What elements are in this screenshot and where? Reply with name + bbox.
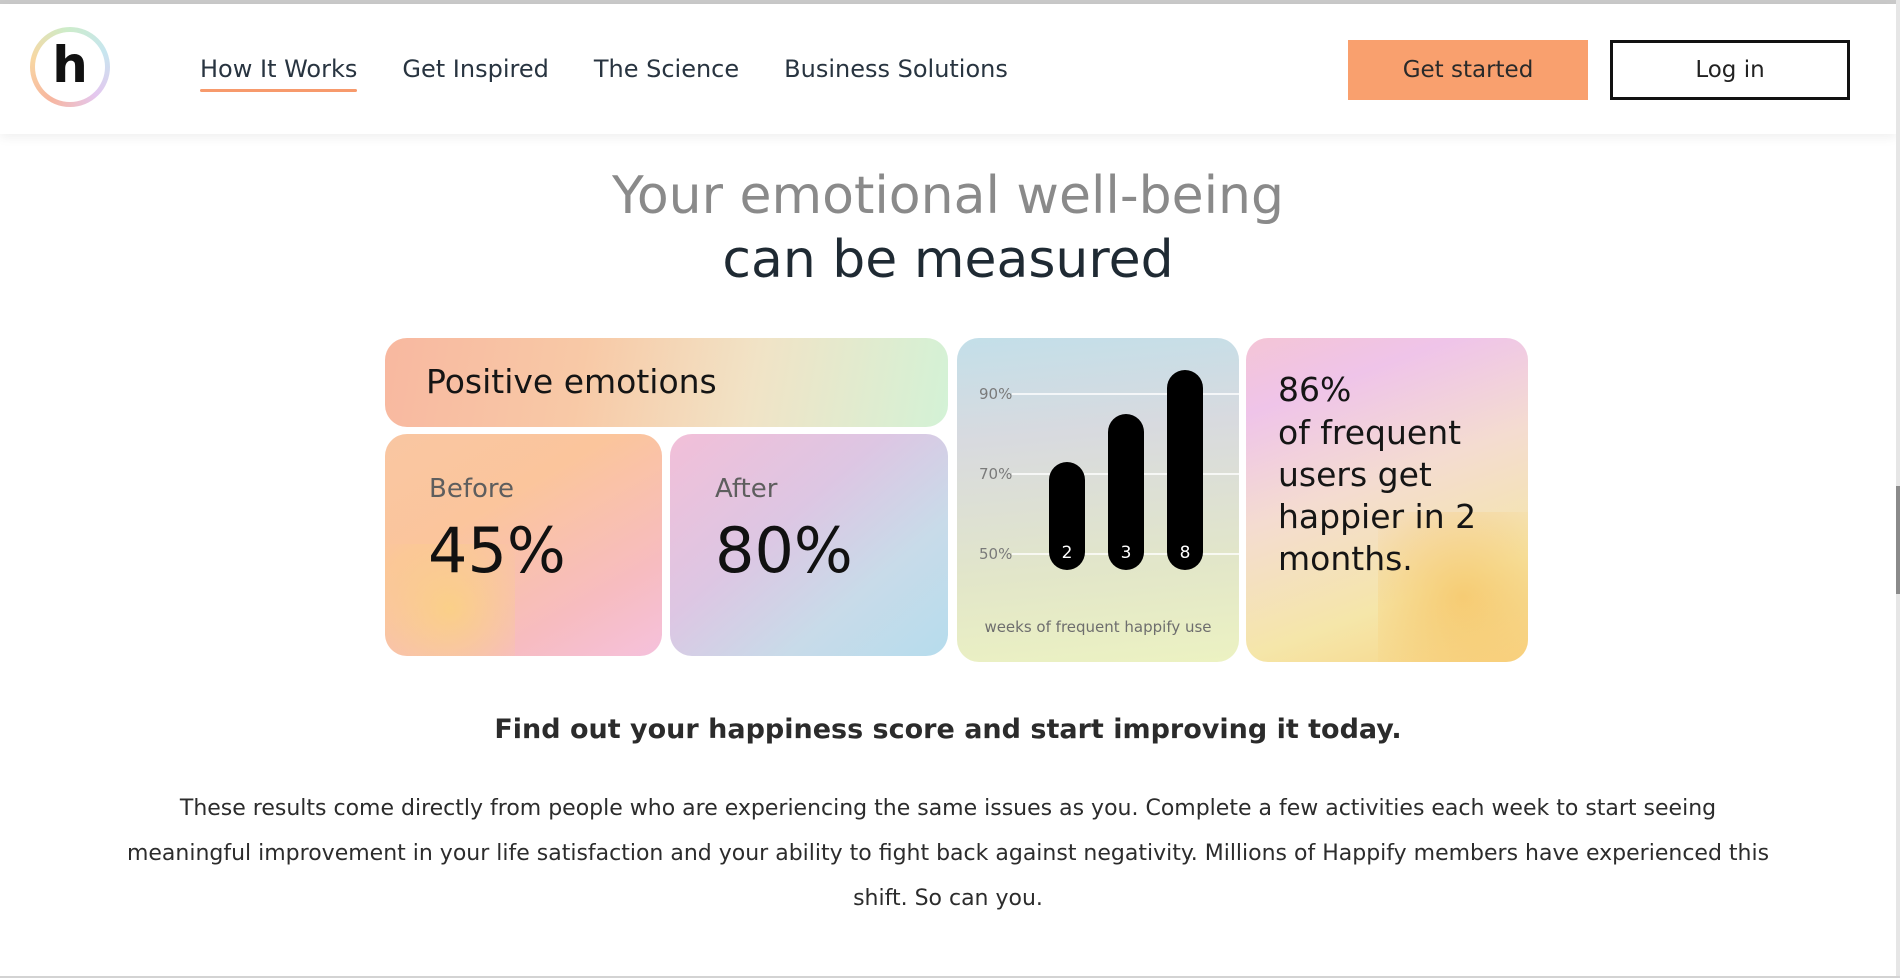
stat-card: 86% of frequent users get happier in 2 m… xyxy=(1246,338,1528,662)
positive-emotions-card: Positive emotions xyxy=(385,338,948,427)
results-paragraph: These results come directly from people … xyxy=(126,796,1770,911)
get-started-button[interactable]: Get started xyxy=(1348,40,1588,100)
logo-letter: h xyxy=(52,36,88,94)
chart-x-axis-label: weeks of frequent happify use xyxy=(984,618,1211,636)
site-header: h How It Works Get Inspired The Science … xyxy=(0,4,1896,134)
before-card: Before 45% xyxy=(385,434,662,656)
weeks-chart-card: 90% 70% 50% 2 3 8 weeks of frequent happify us… xyxy=(957,338,1239,662)
logo-inner: h xyxy=(35,32,105,102)
chart-bar-label: 8 xyxy=(1180,543,1191,563)
happify-logo[interactable]: h xyxy=(30,27,110,107)
scrollbar-thumb[interactable] xyxy=(1896,486,1900,594)
after-label: After xyxy=(715,474,778,504)
nav-business-solutions[interactable]: Business Solutions xyxy=(784,55,1008,89)
nav-how-it-works[interactable]: How It Works xyxy=(200,55,358,92)
hero-heading-line2: can be measured xyxy=(722,230,1174,290)
chart-bar xyxy=(1167,370,1203,570)
stat-percent: 86% xyxy=(1278,370,1352,409)
before-value: 45% xyxy=(428,514,566,587)
positive-emotions-label: Positive emotions xyxy=(426,362,717,401)
stat-text: of frequent users get happier in 2 month… xyxy=(1278,413,1477,578)
chart-bar-label: 2 xyxy=(1062,543,1073,563)
after-value: 80% xyxy=(715,514,853,587)
hero-heading: Your emotional well-being can be measure… xyxy=(0,164,1896,292)
chart-bar-label: 3 xyxy=(1121,543,1132,563)
main-nav: How It Works Get Inspired The Science Bu… xyxy=(200,55,1053,92)
chart-y-tick-label: 70% xyxy=(979,465,1012,483)
nav-the-science[interactable]: The Science xyxy=(594,55,739,89)
chart-y-tick-label: 50% xyxy=(979,545,1012,563)
after-card: After 80% xyxy=(670,434,948,656)
weeks-chart: 90% 70% 50% 2 3 8 weeks of frequent happify us… xyxy=(979,370,1239,636)
tagline: Find out your happiness score and start … xyxy=(494,714,1402,745)
nav-get-inspired[interactable]: Get Inspired xyxy=(402,55,548,89)
before-label: Before xyxy=(429,474,515,504)
hero-heading-line1: Your emotional well-being xyxy=(611,166,1285,226)
login-button[interactable]: Log in xyxy=(1610,40,1850,100)
chart-y-tick-label: 90% xyxy=(979,385,1012,403)
